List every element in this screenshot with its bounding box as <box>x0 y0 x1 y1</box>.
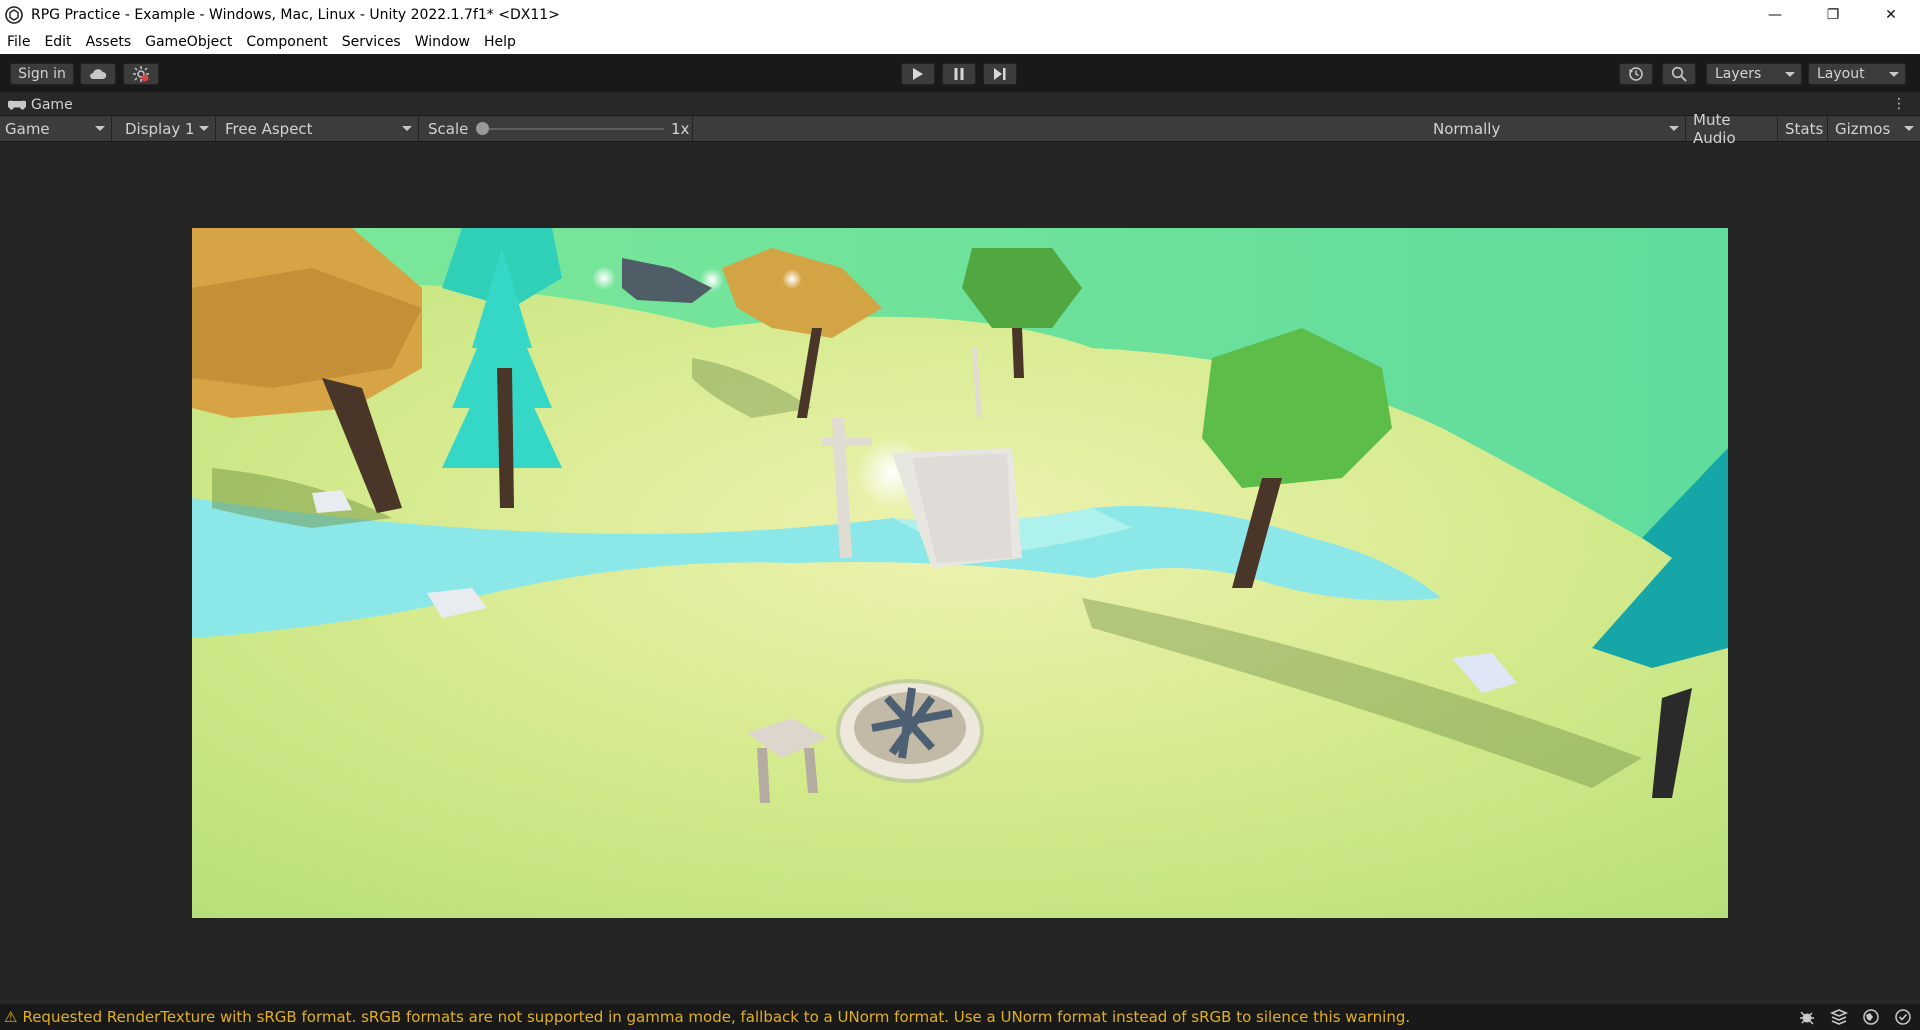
step-button[interactable] <box>983 63 1017 85</box>
sign-in-button[interactable]: Sign in <box>10 63 74 85</box>
globe-icon[interactable] <box>1862 1008 1880 1026</box>
close-icon: ✕ <box>1885 7 1897 23</box>
menu-help[interactable]: Help <box>484 34 516 50</box>
scale-slider-handle[interactable] <box>476 122 489 135</box>
vsync-label: Normally <box>1433 120 1501 138</box>
cloud-icon <box>90 69 107 79</box>
display-dropdown[interactable]: Display 1 <box>120 116 216 142</box>
aspect-dropdown[interactable]: Free Aspect <box>220 116 419 142</box>
chevron-down-icon <box>1904 126 1914 131</box>
view-mode-label: Game <box>5 120 50 138</box>
gizmos-label: Gizmos <box>1835 120 1891 138</box>
chevron-down-icon <box>402 126 412 131</box>
display-label: Display 1 <box>125 120 195 138</box>
main-toolbar: Sign in Layers Layout <box>0 54 1920 92</box>
game-render[interactable] <box>192 228 1728 918</box>
menu-gameobject[interactable]: GameObject <box>145 34 232 50</box>
warning-icon: ⚠ <box>4 1008 18 1026</box>
gamepad-icon <box>8 100 26 110</box>
maximize-button[interactable]: ❐ <box>1804 0 1862 30</box>
pause-icon <box>954 68 964 80</box>
menu-file[interactable]: File <box>7 34 30 50</box>
search-button[interactable] <box>1662 63 1696 85</box>
search-icon <box>1671 66 1687 82</box>
debug-icon[interactable] <box>1798 1008 1816 1026</box>
window-titlebar: RPG Practice - Example - Windows, Mac, L… <box>0 0 1920 30</box>
close-button[interactable]: ✕ <box>1862 0 1920 30</box>
chevron-down-icon <box>1669 126 1679 131</box>
menu-assets[interactable]: Assets <box>86 34 132 50</box>
undo-history-button[interactable] <box>1619 63 1653 85</box>
history-icon <box>1629 67 1643 81</box>
layers-dropdown[interactable]: Layers <box>1706 63 1802 85</box>
more-options-icon[interactable]: ⋮ <box>1892 96 1906 112</box>
game-scene <box>192 228 1728 918</box>
chevron-down-icon <box>199 126 209 131</box>
restore-icon: ❐ <box>1826 7 1840 23</box>
game-viewport[interactable] <box>0 143 1920 1000</box>
play-button[interactable] <box>901 63 935 85</box>
status-message: Requested RenderTexture with sRGB format… <box>22 1008 1411 1026</box>
menu-bar: File Edit Assets GameObject Component Se… <box>0 30 1920 54</box>
menu-component[interactable]: Component <box>246 34 327 50</box>
scale-value: 1x <box>671 120 690 138</box>
scale-slider-track[interactable] <box>478 128 664 130</box>
aspect-label: Free Aspect <box>225 120 313 138</box>
step-icon <box>994 68 1006 80</box>
cloud-button[interactable] <box>80 63 116 85</box>
tab-game[interactable]: Game <box>8 95 73 115</box>
window-title: RPG Practice - Example - Windows, Mac, L… <box>31 7 560 23</box>
scale-label: Scale <box>428 120 469 138</box>
stats-toggle[interactable]: Stats <box>1780 116 1828 142</box>
tab-bar: Game ⋮ <box>0 92 1920 116</box>
chevron-down-icon <box>1785 71 1795 77</box>
collab-error-icon <box>133 66 149 82</box>
tab-game-label: Game <box>31 97 73 113</box>
layout-dropdown[interactable]: Layout <box>1808 63 1906 85</box>
layout-label: Layout <box>1817 66 1865 82</box>
chevron-down-icon <box>95 126 105 131</box>
play-icon <box>913 68 923 80</box>
mute-audio-toggle[interactable]: Mute Audio <box>1688 111 1778 147</box>
menu-edit[interactable]: Edit <box>44 34 71 50</box>
stats-label: Stats <box>1785 120 1824 138</box>
progress-stack-icon[interactable] <box>1830 1008 1848 1026</box>
unity-logo-icon <box>5 6 23 24</box>
game-view-toolbar: Game Display 1 Free Aspect Scale 1x Norm… <box>0 111 1920 147</box>
gizmos-dropdown[interactable]: Gizmos <box>1830 116 1920 142</box>
layers-label: Layers <box>1715 66 1762 82</box>
mute-audio-label: Mute Audio <box>1693 111 1736 147</box>
menu-services[interactable]: Services <box>342 34 401 50</box>
menu-window[interactable]: Window <box>415 34 470 50</box>
check-circle-icon[interactable] <box>1894 1008 1912 1026</box>
minimize-button[interactable]: — <box>1746 0 1804 30</box>
chevron-down-icon <box>1889 71 1899 77</box>
view-mode-dropdown[interactable]: Game <box>0 116 112 142</box>
minimize-icon: — <box>1768 7 1782 23</box>
collab-button[interactable] <box>123 63 159 85</box>
vsync-dropdown[interactable]: Normally <box>1428 116 1686 142</box>
pause-button[interactable] <box>942 63 976 85</box>
console-status-bar[interactable]: ⚠ Requested RenderTexture with sRGB form… <box>0 1004 1920 1030</box>
